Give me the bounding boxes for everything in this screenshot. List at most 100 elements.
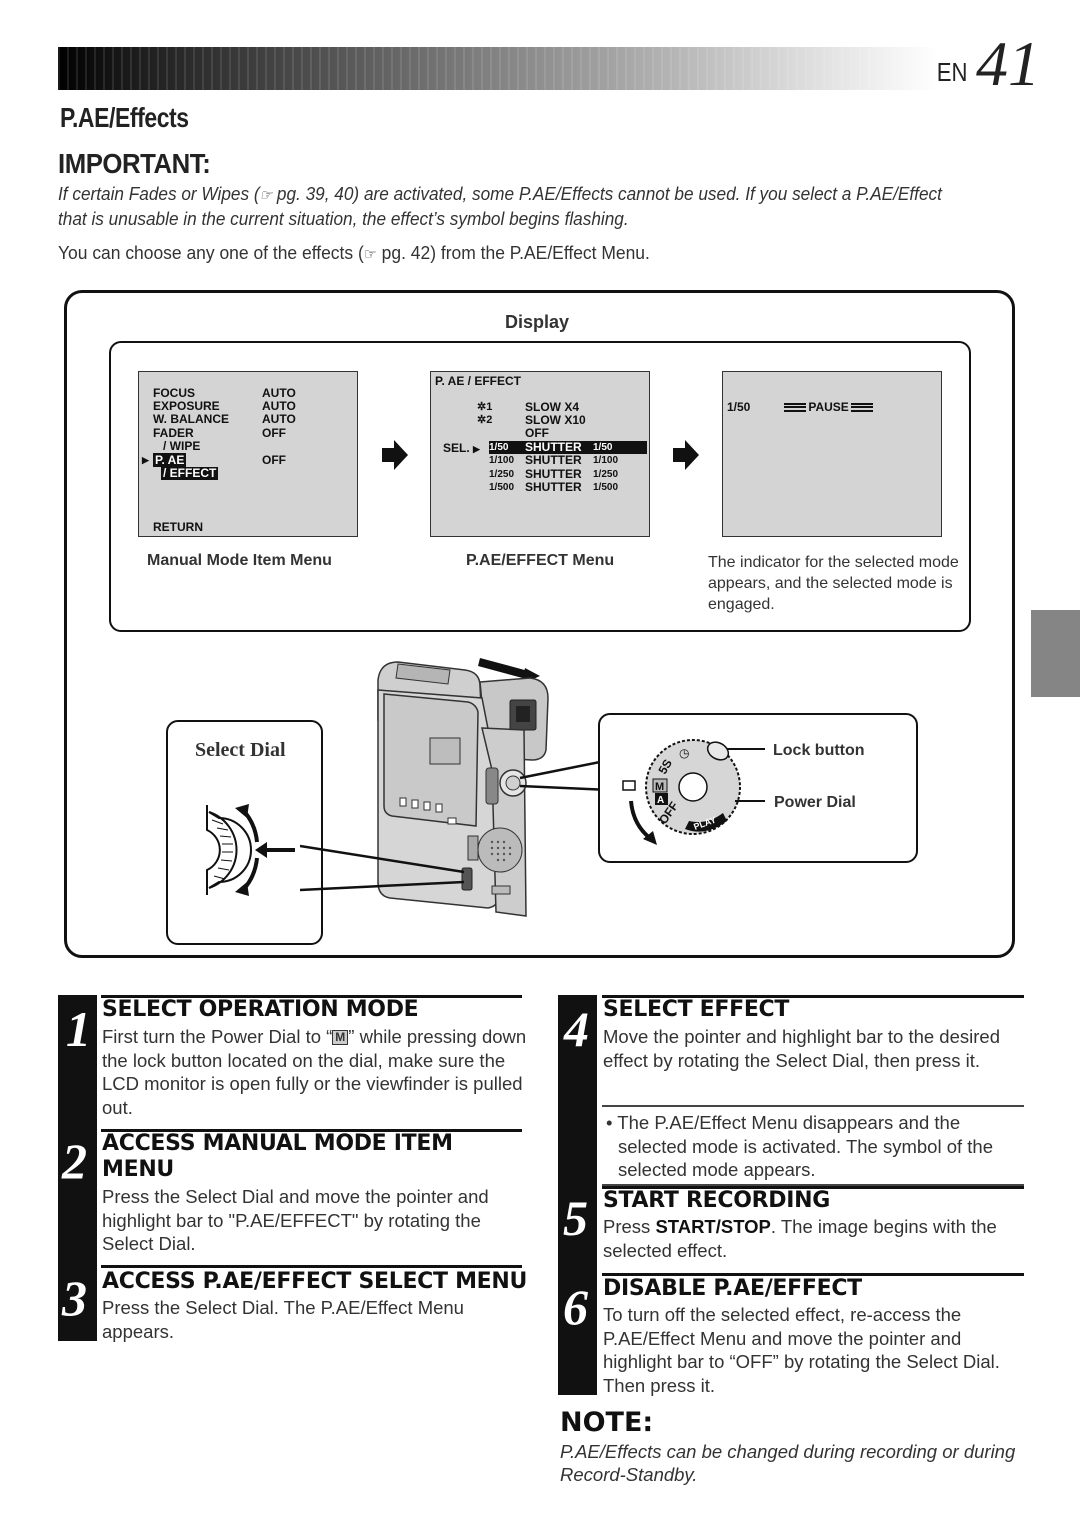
step-number: 6 [563, 1279, 588, 1335]
result-caption: The indicator for the selected mode appe… [708, 554, 959, 613]
effect-prefix: 1/500 [489, 482, 515, 493]
dial-mark-timer: ◷ [679, 746, 689, 760]
effect-row: 1/500 SHUTTER 1/500 [431, 481, 647, 494]
step-bullet-text: The P.AE/Effect Menu disappears and the … [617, 1112, 993, 1180]
effect-name: OFF [525, 426, 549, 440]
select-dial-label: Select Dial [195, 739, 286, 761]
menu-row-effect: / EFFECT [161, 466, 219, 480]
effect-suffix: 1/250 [593, 469, 619, 480]
manual-menu-caption: Manual Mode Item Menu [147, 552, 332, 569]
right-arrow-icon [673, 440, 699, 470]
page-number: EN 41 [934, 28, 1040, 99]
step-body: First turn the Power Dial to “M” while p… [102, 1025, 527, 1119]
step-divider [101, 1265, 522, 1268]
effect-suffix: 1/100 [593, 455, 619, 466]
return-label: RETURN [153, 520, 203, 534]
step-number: 2 [62, 1133, 87, 1189]
step-title: SELECT EFFECT [603, 997, 790, 1022]
lock-button-label: Lock button [773, 742, 865, 759]
step-title: SELECT OPERATION MODE [102, 997, 419, 1022]
effect-menu-caption: P.AE/EFFECT Menu [466, 552, 615, 569]
manual-mode-menu-screen: FOCUS AUTO EXPOSURE AUTO W. BALANCE AUTO FA… [138, 371, 358, 537]
effect-name: SHUTTER [525, 453, 582, 467]
effect-suffix: 1/50 [593, 442, 613, 453]
effect-row: OFF [431, 427, 647, 440]
page-language: EN [936, 57, 968, 87]
sel-label: SEL. ▶ [443, 441, 480, 455]
pause-lines-icon [850, 402, 873, 412]
menu-return: RETURN [153, 521, 203, 534]
step-title: START RECORDING [603, 1188, 830, 1213]
important-heading: IMPORTANT: [58, 148, 211, 179]
step-body: Press START/STOP. The image begins with … [603, 1215, 1028, 1262]
camcorder-illustration [300, 658, 610, 917]
pause-lines-icon [784, 402, 807, 412]
effect-suffix: 1/500 [593, 482, 619, 493]
menu-row-wipe: / WIPE [153, 440, 262, 453]
start-stop-label: START/STOP [655, 1216, 771, 1237]
menu-row-label: / WIPE [163, 439, 201, 453]
step-bullet: • The P.AE/Effect Menu disappears and th… [606, 1112, 993, 1180]
note-text: P.AE/Effects can be changed during recor… [560, 1441, 1016, 1485]
important-text-part1: If certain Fades or Wipes ( [58, 183, 260, 204]
effect-row: 1/100 SHUTTER 1/100 [431, 454, 647, 467]
intro-text: You can choose any one of the effects (☞… [58, 243, 650, 264]
display-label: Display [505, 312, 570, 332]
slow-motion-icon: ✲1 [477, 401, 493, 413]
effect-prefix: 1/250 [489, 469, 515, 480]
step-body: Press the Select Dial. The P.AE/Effect M… [102, 1297, 464, 1342]
step-title: DISABLE P.AE/EFFECT [603, 1276, 862, 1301]
right-arrow-icon [382, 440, 408, 470]
step-title: ACCESS MANUAL MODE ITEM MENU [102, 1131, 453, 1183]
step-title: ACCESS P.AE/EFFECT SELECT MENU [102, 1269, 528, 1294]
result-screen: 1/50 PAUSE [722, 371, 942, 537]
power-dial-label: Power Dial [774, 794, 856, 811]
intro-text-part2: pg. 42) from the P.AE/Effect Menu. [376, 243, 650, 263]
slow-motion-icon: ✲2 [477, 414, 493, 426]
page-number-value: 41 [976, 28, 1040, 99]
shutter-indicator: 1/50 [727, 400, 751, 414]
step-number: 3 [62, 1270, 87, 1326]
step-body-text: First turn the Power Dial to “ [102, 1026, 333, 1047]
pointer-arrow-icon: ▶ [473, 444, 480, 454]
select-dial-icon [206, 804, 295, 896]
menu-row-label: W. BALANCE [153, 412, 229, 426]
power-dial-icon: 5S ◷ M A OFF PLAY [622, 739, 765, 845]
pointer-arrow-icon: ▶ [142, 455, 149, 465]
step-number: 5 [563, 1190, 588, 1246]
pointing-hand-icon: ☞ [363, 246, 377, 263]
section-tab [1031, 610, 1080, 697]
dial-mark-m: M [655, 781, 664, 793]
header-gradient-bar [58, 47, 938, 90]
pae-effect-menu-screen: P. AE / EFFECT ✲1 SLOW X4 ✲2 SLOW X10 OFF … [430, 371, 650, 537]
step-title-line: ACCESS MANUAL MODE ITEM [102, 1131, 453, 1156]
menu-row-value: OFF [262, 426, 286, 440]
step-number: 4 [564, 1001, 589, 1057]
step-number: 1 [66, 1001, 91, 1057]
step-body: Press the Select Dial and move the point… [102, 1186, 489, 1254]
section-title: P.AE/Effects [60, 102, 189, 133]
step-body: Move the pointer and highlight bar to th… [603, 1026, 1000, 1071]
note-heading: NOTE: [560, 1407, 654, 1438]
important-text: If certain Fades or Wipes (☞ pg. 39, 40)… [58, 182, 951, 230]
bullet-divider [602, 1105, 1024, 1107]
pointing-hand-icon: ☞ [259, 187, 273, 204]
menu-row-value: OFF [262, 453, 286, 467]
result-indicator-row: 1/50 PAUSE [727, 400, 873, 414]
step-title-line: MENU [102, 1157, 174, 1182]
effect-prefix: 1/100 [489, 455, 515, 466]
effect-name: SHUTTER [525, 480, 582, 494]
step-body: To turn off the selected effect, re-acce… [603, 1304, 1000, 1396]
menu-row-value: AUTO [262, 412, 296, 426]
manual-mode-icon: M [332, 1030, 349, 1045]
intro-text-part1: You can choose any one of the effects ( [58, 243, 364, 263]
effect-menu-title: P. AE / EFFECT [435, 374, 522, 388]
menu-row-label-highlighted: / EFFECT [161, 466, 219, 480]
step-body-text: Press [603, 1216, 656, 1237]
pause-status: PAUSE [808, 400, 849, 414]
menu-row-white-balance: W. BALANCE AUTO [153, 413, 296, 426]
sel-text: SEL. [443, 441, 470, 455]
menu-row-label-highlighted: P. AE [153, 453, 187, 467]
dial-mark-a: A [657, 795, 664, 806]
effect-prefix: 1/50 [489, 442, 509, 453]
